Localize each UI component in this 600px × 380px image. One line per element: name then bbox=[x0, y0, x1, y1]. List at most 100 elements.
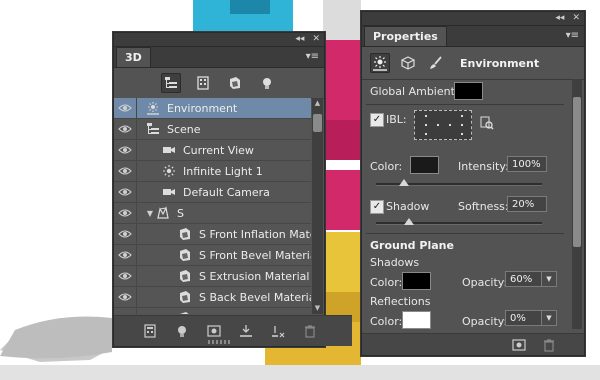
properties-scroll-thumb[interactable] bbox=[573, 97, 581, 247]
list-item-label: S Front Bevel Material bbox=[199, 248, 311, 262]
reflections-opacity-dropdown[interactable]: 0% ▼ bbox=[505, 310, 557, 326]
3d-list-scroll-thumb[interactable] bbox=[313, 114, 322, 132]
cube-icon bbox=[401, 56, 415, 70]
list-item-label: S bbox=[177, 206, 184, 220]
reflections-heading: Reflections bbox=[370, 295, 431, 308]
list-item-label: S Front Inflation Material bbox=[199, 227, 311, 241]
materials-filter-button[interactable] bbox=[225, 73, 245, 93]
3d-panel-bottom-toolbar bbox=[114, 315, 352, 346]
list-item-label: Scene bbox=[167, 122, 201, 136]
3d-list-scrollbar[interactable]: ▲ ▼ bbox=[312, 98, 323, 314]
scroll-down-arrow[interactable]: ▼ bbox=[313, 304, 322, 313]
3d-panel-tabbar: 3D ▾≡ bbox=[114, 47, 324, 68]
shadows-color-label: Color: bbox=[370, 276, 403, 289]
expand-toggle-icon[interactable]: ▼ bbox=[145, 209, 155, 218]
reflections-color-swatch[interactable] bbox=[402, 311, 431, 329]
list-item[interactable]: S Back Inflation Material bbox=[114, 308, 311, 314]
collapse-panel-button[interactable]: ◂◂ bbox=[295, 35, 304, 44]
softness-slider-knob[interactable] bbox=[404, 218, 415, 225]
list-item-label: S Back Bevel Material bbox=[199, 290, 311, 304]
shadow-label: Shadow bbox=[386, 200, 430, 213]
brush-icon bbox=[430, 56, 442, 69]
collapse-panel-button[interactable]: ◂◂ bbox=[555, 14, 564, 23]
ibl-texture-preview[interactable] bbox=[414, 110, 472, 140]
properties-mode-title: Environment bbox=[460, 56, 540, 70]
material-filter-icon bbox=[230, 77, 240, 89]
list-item-label: Environment bbox=[167, 101, 238, 115]
lights-filter-button[interactable] bbox=[257, 73, 277, 93]
panel-menu-button[interactable]: ▾≡ bbox=[306, 51, 319, 62]
properties-mode-row: Environment bbox=[362, 47, 584, 80]
calculator-icon[interactable] bbox=[142, 323, 158, 339]
list-item[interactable]: ▼ S bbox=[114, 203, 311, 224]
material-icon bbox=[177, 247, 193, 263]
panel-menu-button[interactable]: ▾≡ bbox=[566, 30, 579, 41]
material-icon bbox=[177, 310, 193, 314]
visibility-eye-icon[interactable] bbox=[114, 98, 137, 118]
list-item[interactable]: S Front Inflation Material bbox=[114, 224, 311, 245]
list-item[interactable]: S Back Bevel Material bbox=[114, 287, 311, 308]
intensity-slider-knob[interactable] bbox=[399, 179, 410, 186]
list-item[interactable]: S Front Bevel Material bbox=[114, 245, 311, 266]
trash-icon[interactable] bbox=[542, 338, 556, 352]
shadows-opacity-dropdown[interactable]: 60% ▼ bbox=[505, 271, 557, 287]
tab-3d[interactable]: 3D bbox=[116, 47, 151, 67]
softness-field[interactable]: 20% bbox=[507, 196, 547, 212]
intensity-field[interactable]: 100% bbox=[507, 156, 547, 172]
scene-filter-icon bbox=[165, 77, 177, 88]
reflections-color-label: Color: bbox=[370, 315, 403, 328]
tab-properties[interactable]: Properties bbox=[364, 26, 447, 46]
shadows-heading: Shadows bbox=[370, 256, 420, 269]
shadow-checkbox[interactable]: ✓ bbox=[370, 200, 384, 214]
visibility-eye-icon[interactable] bbox=[114, 245, 137, 265]
visibility-eye-icon[interactable] bbox=[114, 119, 137, 139]
list-item[interactable]: Environment bbox=[114, 98, 311, 119]
visibility-eye-icon[interactable] bbox=[114, 140, 137, 160]
visibility-eye-icon[interactable] bbox=[114, 224, 137, 244]
render-icon[interactable] bbox=[512, 338, 526, 352]
properties-scrollbar[interactable] bbox=[572, 79, 582, 329]
global-ambient-color-swatch[interactable] bbox=[454, 82, 483, 100]
list-item[interactable]: Current View bbox=[114, 140, 311, 161]
close-panel-button[interactable]: ✕ bbox=[312, 35, 320, 44]
ground-icon[interactable] bbox=[238, 323, 254, 339]
scene-mode-button[interactable] bbox=[398, 53, 418, 73]
properties-bottom-toolbar bbox=[362, 333, 584, 355]
properties-panel-tabbar: Properties ▾≡ bbox=[362, 26, 584, 47]
properties-panel-titlebar: ◂◂ ✕ bbox=[362, 12, 584, 26]
visibility-eye-icon[interactable] bbox=[114, 308, 137, 314]
ibl-label: IBL: bbox=[386, 113, 407, 126]
visibility-eye-icon[interactable] bbox=[114, 266, 137, 286]
edit-texture-icon[interactable] bbox=[480, 116, 494, 130]
intensity-label: Intensity: bbox=[458, 160, 509, 173]
split-icon[interactable] bbox=[270, 323, 286, 339]
list-item[interactable]: Scene bbox=[114, 119, 311, 140]
3d-panel: ◂◂ ✕ 3D ▾≡ Environment Scene Current Vie… bbox=[113, 32, 352, 347]
add-light-icon[interactable] bbox=[174, 323, 190, 339]
close-panel-button[interactable]: ✕ bbox=[572, 14, 580, 23]
visibility-eye-icon[interactable] bbox=[114, 287, 137, 307]
ibl-checkbox[interactable]: ✓ bbox=[370, 113, 384, 127]
whole-scene-filter-button[interactable] bbox=[161, 73, 181, 93]
visibility-eye-icon[interactable] bbox=[114, 182, 137, 202]
shadows-opacity-value: 60% bbox=[510, 274, 533, 285]
list-item[interactable]: Default Camera bbox=[114, 182, 311, 203]
render-icon[interactable] bbox=[206, 323, 222, 339]
resize-grip[interactable] bbox=[208, 340, 230, 344]
list-item[interactable]: Infinite Light 1 bbox=[114, 161, 311, 182]
global-ambient-label: Global Ambient: bbox=[370, 85, 459, 98]
chevron-down-icon: ▼ bbox=[541, 311, 556, 325]
softness-slider-track[interactable] bbox=[376, 222, 542, 225]
light-color-swatch[interactable] bbox=[410, 156, 439, 174]
meshes-filter-button[interactable] bbox=[193, 73, 213, 93]
visibility-eye-icon[interactable] bbox=[114, 203, 137, 223]
environment-icon bbox=[145, 100, 161, 116]
shadows-color-swatch[interactable] bbox=[402, 272, 431, 290]
environment-mode-button[interactable] bbox=[370, 53, 390, 73]
list-item[interactable]: S Extrusion Material bbox=[114, 266, 311, 287]
scroll-up-arrow[interactable]: ▲ bbox=[313, 99, 322, 108]
visibility-eye-icon[interactable] bbox=[114, 161, 137, 181]
chevron-down-icon: ▼ bbox=[541, 272, 556, 286]
trash-icon[interactable] bbox=[302, 323, 318, 339]
paint-mode-button[interactable] bbox=[426, 53, 446, 73]
